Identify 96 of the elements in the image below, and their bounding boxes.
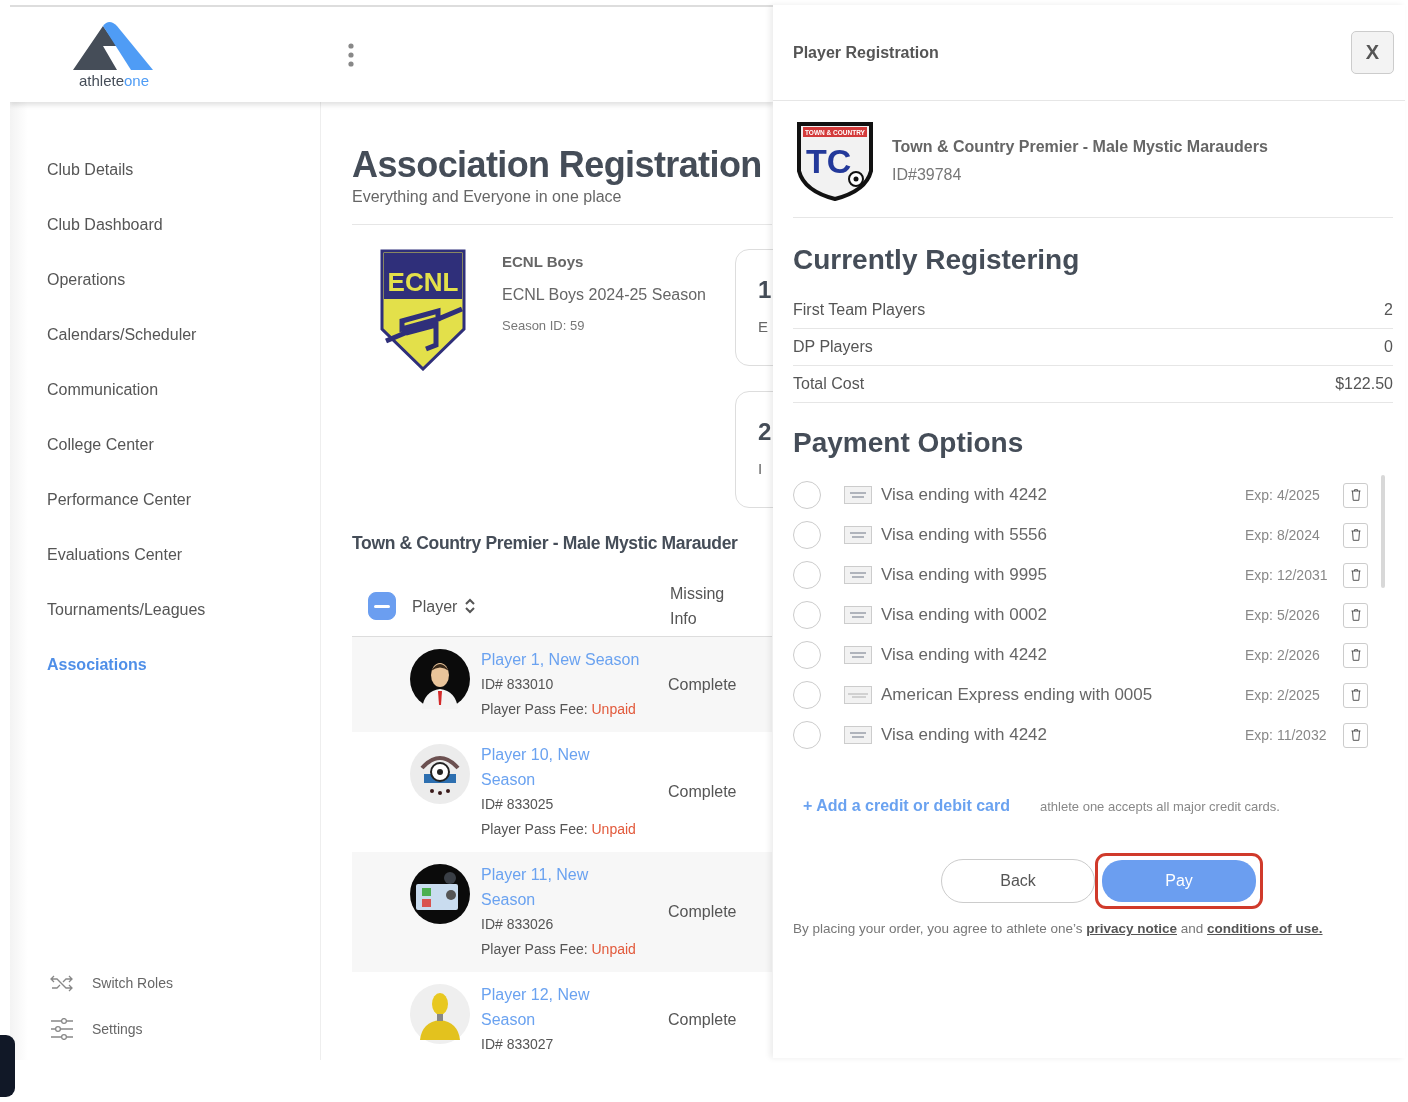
close-button[interactable]: X — [1351, 31, 1394, 74]
trash-icon — [1350, 689, 1361, 701]
player-id: ID# 833026 — [481, 915, 554, 934]
trash-icon — [1350, 609, 1361, 621]
brand-name: athleteone — [78, 72, 150, 89]
summary-label: DP Players — [793, 338, 873, 356]
shield-logo: ECNL — [380, 249, 466, 371]
delete-button[interactable] — [1343, 642, 1368, 668]
card-expiry: Exp: 2/2025 — [1245, 687, 1321, 703]
sidebar-item[interactable]: Communication — [47, 370, 159, 425]
delete-button[interactable] — [1343, 602, 1368, 628]
team-name: Town & Country Premier - Male Mystic Marauders — [892, 138, 1268, 156]
card-label: Visa ending with 9995 — [881, 565, 1049, 585]
logo-icon — [73, 20, 155, 70]
card-icon — [844, 686, 872, 704]
drawer-title: Player Registration — [793, 43, 939, 62]
player-id: ID# 833025 — [481, 795, 554, 814]
back-button[interactable]: Back — [941, 859, 1095, 903]
season-name: ECNL Boys 2024-25 Season — [502, 286, 706, 304]
side-tab[interactable] — [0, 1035, 15, 1097]
summary-value: $122.50 — [1335, 375, 1393, 393]
team-heading: Town & Country Premier - Male Mystic Marauder — [352, 533, 738, 554]
scrollbar[interactable] — [1381, 475, 1385, 588]
player-id: ID# 833010 — [481, 675, 554, 694]
association-name: ECNL Boys — [502, 253, 584, 270]
card-expiry: Exp: 8/2024 — [1245, 527, 1321, 543]
missing-info-status: Complete — [668, 1010, 737, 1028]
sidebar-item[interactable]: Performance Center — [47, 480, 192, 535]
card-expiry: Exp: 5/2026 — [1245, 607, 1321, 623]
card-label: Visa ending with 5556 — [881, 525, 1049, 545]
settings-icon[interactable] — [50, 1018, 74, 1040]
column-header[interactable]: Player — [412, 593, 458, 619]
accepted-cards-note: athlete one accepts all major credit cards. — [1040, 799, 1280, 814]
select-all-checkbox[interactable] — [368, 592, 396, 620]
stat-value: 2 — [758, 418, 772, 446]
delete-button[interactable] — [1343, 562, 1368, 588]
trash-icon — [1350, 649, 1361, 661]
sidebar-item[interactable]: Evaluations Center — [47, 535, 183, 590]
missing-info-status: Complete — [668, 903, 737, 920]
card-label: American Express ending with 0005 — [881, 685, 1154, 705]
delete-button[interactable] — [1343, 522, 1368, 548]
sidebar-item[interactable]: Tournaments/Leagues — [47, 590, 206, 645]
delete-button[interactable] — [1343, 482, 1368, 508]
trash-icon — [1350, 569, 1361, 581]
conditions-link[interactable]: conditions of use. — [1207, 921, 1323, 936]
fee-status: Player Pass Fee: Unpaid — [481, 700, 636, 719]
menu-icon[interactable] — [348, 42, 354, 67]
card-expiry: Exp: 4/2025 — [1245, 487, 1321, 503]
card-expiry: Exp: 12/2031 — [1245, 567, 1329, 583]
page-subtitle: Everything and Everyone in one place — [352, 188, 772, 225]
fee-status: Player Pass Fee: Unpaid — [481, 940, 636, 959]
sidebar-item[interactable]: Calendars/Scheduler — [47, 315, 197, 370]
summary-value: 0 — [1384, 338, 1393, 356]
privacy-notice-link[interactable]: privacy notice — [1086, 921, 1177, 936]
missing-info-status: Complete — [668, 675, 737, 693]
fee-status: Player Pass Fee: Unpaid — [481, 820, 636, 839]
sidebar-item[interactable]: Club Details — [47, 150, 134, 205]
agreement-text: By placing your order, you agree to athlete one’s privacy notice and conditions of use. — [793, 921, 1324, 936]
delete-button[interactable] — [1343, 722, 1368, 748]
stat-value: 1 — [758, 276, 772, 304]
card-label: Visa ending with 4242 — [881, 485, 1049, 505]
card-expiry: Exp: 2/2026 — [1245, 647, 1321, 663]
season-id: Season ID: 59 — [502, 318, 585, 333]
trash-icon — [1350, 489, 1361, 501]
sort-icon[interactable] — [465, 598, 476, 614]
trash-icon — [1350, 729, 1361, 741]
page-title: Association Registration — [352, 144, 763, 186]
card-label: Visa ending with 4242 — [881, 725, 1049, 745]
sidebar-item[interactable]: Club Dashboard — [47, 205, 163, 260]
summary-value: 2 — [1384, 301, 1393, 319]
card-icon — [844, 606, 872, 624]
card-label: Visa ending with 0002 — [881, 605, 1049, 625]
card-icon — [844, 526, 872, 544]
card-expiry: Exp: 11/2032 — [1245, 727, 1328, 743]
stat-label: E — [758, 318, 768, 335]
sidebar-item[interactable]: Operations — [47, 260, 126, 315]
summary-label: First Team Players — [793, 301, 926, 319]
player-id: ID# 833027 — [481, 1035, 554, 1054]
summary-label: Total Cost — [793, 375, 865, 393]
missing-info-status: Complete — [668, 783, 737, 800]
shuffle-icon[interactable] — [50, 974, 74, 992]
card-icon — [844, 566, 872, 584]
card-icon — [844, 486, 872, 504]
card-label: Visa ending with 4242 — [881, 645, 1049, 665]
card-icon — [844, 726, 872, 744]
section-title: Payment Options — [793, 427, 1025, 459]
sidebar-link[interactable]: Switch Roles — [92, 975, 173, 991]
column-header: Missing Info — [670, 585, 725, 627]
trash-icon — [1350, 529, 1361, 541]
section-title: Currently Registering — [793, 244, 1081, 276]
stat-label: I — [758, 460, 763, 477]
sidebar-link[interactable]: Settings — [92, 1021, 143, 1037]
card-icon — [844, 646, 872, 664]
team-id: ID#39784 — [892, 166, 962, 184]
sidebar-item[interactable]: College Center — [47, 425, 154, 480]
delete-button[interactable] — [1343, 682, 1368, 708]
